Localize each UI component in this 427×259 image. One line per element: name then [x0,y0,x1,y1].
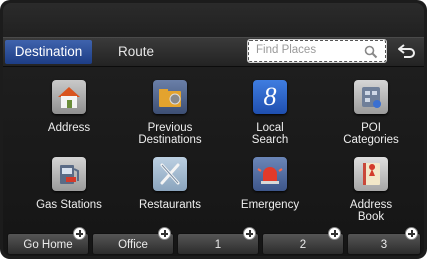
menu-item-label: Address [47,122,91,134]
preset-bar: Go Home Office 1 2 3 [3,227,424,256]
menu-item-gas-stations[interactable]: Gas Stations [19,157,119,225]
menu-item-restaurants[interactable]: Restaurants [120,157,220,225]
preset-label: 2 [299,239,307,251]
tab-bar: Destination Route Find Places [3,37,424,67]
folder-flag-icon [153,80,187,114]
plus-icon [243,227,256,240]
gas-pump-icon [52,157,86,191]
menu-item-emergency[interactable]: Emergency [220,157,320,225]
plus-icon [158,227,171,240]
tab-destination[interactable]: Destination [5,40,92,64]
house-icon [52,80,86,114]
back-arrow-icon[interactable] [395,41,419,63]
menu-item-previous-destinations[interactable]: Previous Destinations [120,80,220,148]
address-book-icon [354,157,388,191]
preset-label: Office [118,239,148,251]
plus-icon [73,227,86,240]
preset-label: 3 [380,239,388,251]
menu-item-label: Restaurants [138,199,201,211]
preset-go-home[interactable]: Go Home [7,227,89,255]
find-places-search[interactable]: Find Places [247,39,387,63]
menu-item-label: Emergency [240,199,300,211]
menu-item-label: Gas Stations [36,199,102,211]
plus-icon [328,227,341,240]
menu-item-label: POI Categories [343,122,399,146]
menu-item-address[interactable]: Address [19,80,119,148]
menu-item-label: Address Book [349,199,393,223]
screen: Destination Route Find Places Address Pr… [3,3,424,256]
menu-item-local-search[interactable]: 8 Local Search [220,80,320,148]
search-placeholder: Find Places [256,44,317,56]
device-bezel: Destination Route Find Places Address Pr… [0,0,427,259]
menu-item-poi-categories[interactable]: POI Categories [321,80,421,148]
emergency-siren-icon [253,157,287,191]
google-icon: 8 [253,80,287,114]
preset-label: 1 [214,239,222,251]
preset-2[interactable]: 2 [262,227,344,255]
google-icon-glyph: 8 [263,82,277,111]
preset-3[interactable]: 3 [347,227,421,255]
search-icon [364,45,378,59]
menu-item-label: Local Search [251,122,289,146]
preset-label: Go Home [23,239,73,251]
menu-item-address-book[interactable]: Address Book [321,157,421,225]
plus-icon [405,227,418,240]
menu-item-label: Previous Destinations [138,122,202,146]
fork-knife-icon [153,157,187,191]
tab-route[interactable]: Route [103,40,169,64]
preset-1[interactable]: 1 [177,227,259,255]
poi-categories-icon [354,80,388,114]
preset-office[interactable]: Office [92,227,174,255]
